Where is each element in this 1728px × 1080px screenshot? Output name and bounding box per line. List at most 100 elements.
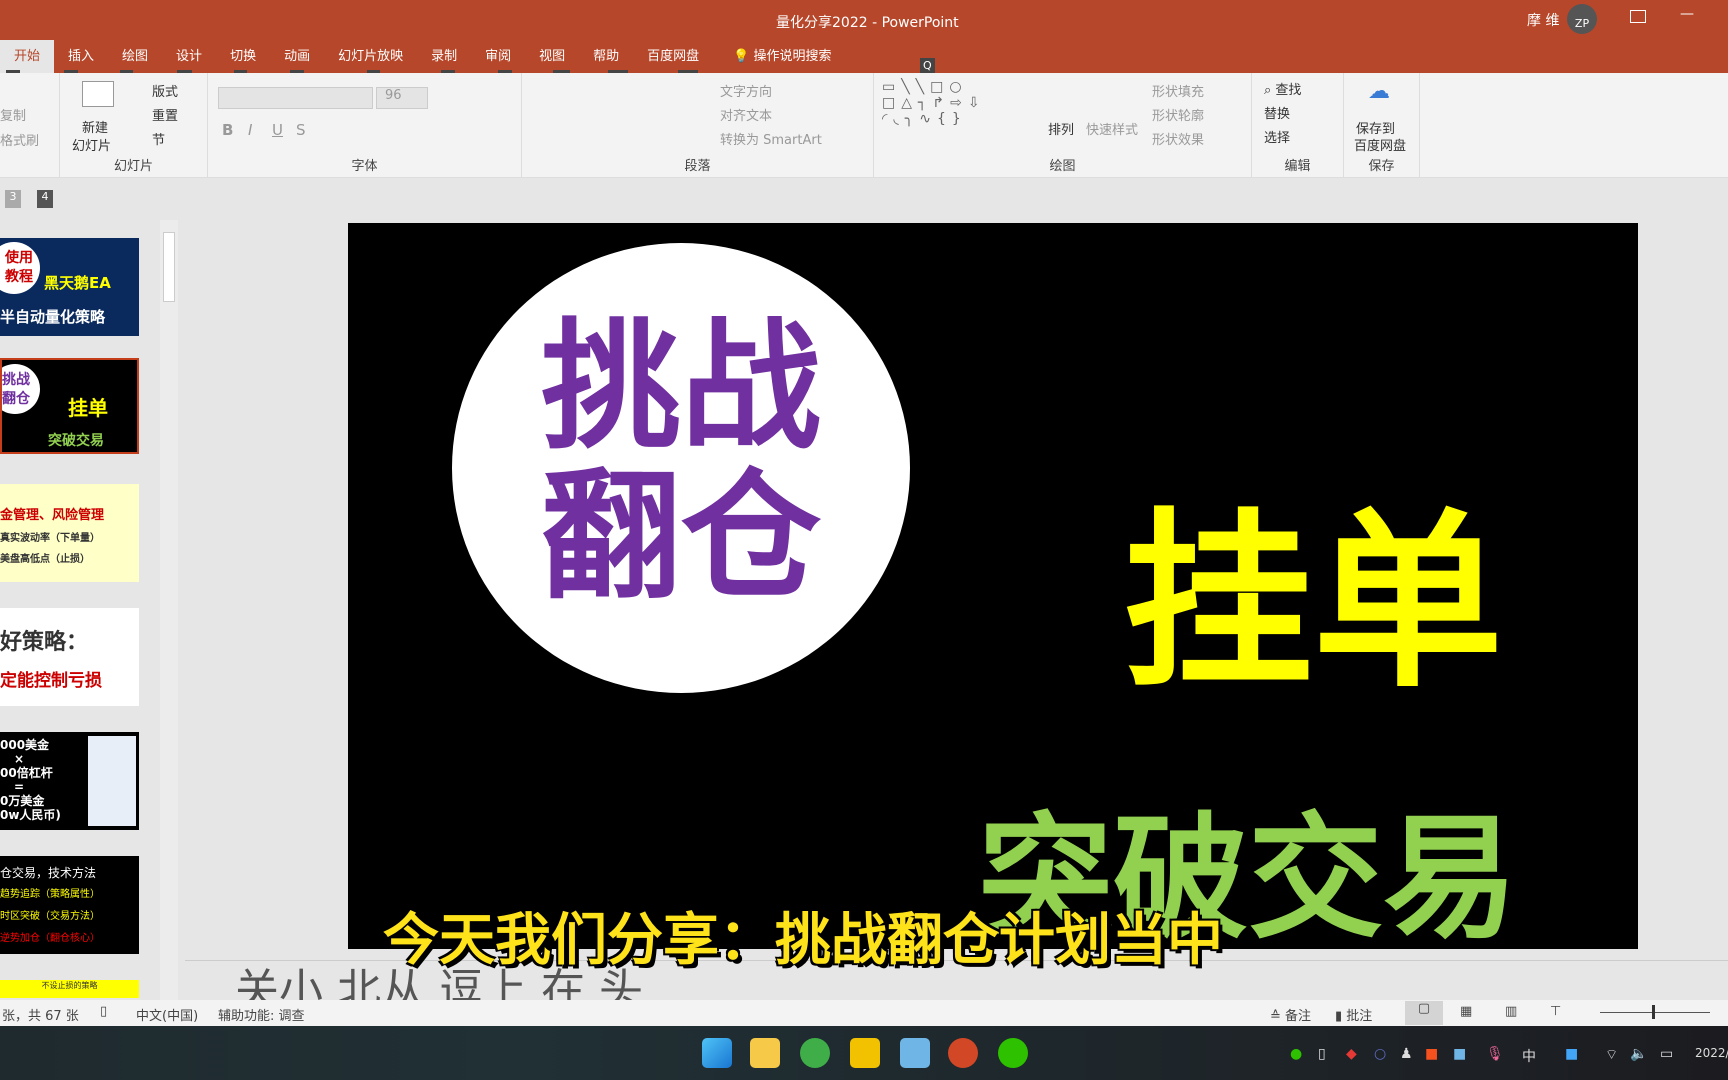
- tab-insert[interactable]: 插入: [54, 40, 108, 73]
- thumb-text: 半自动量化策略: [0, 308, 106, 326]
- ribbon-display-icon[interactable]: [1630, 10, 1646, 23]
- browser-icon[interactable]: [800, 1038, 830, 1068]
- italic-button[interactable]: I: [248, 121, 252, 139]
- shape-effects-button[interactable]: 形状效果: [1152, 129, 1204, 148]
- tab-animations[interactable]: 动画: [270, 40, 324, 73]
- normal-view-icon[interactable]: ▢: [1405, 1001, 1443, 1025]
- reading-view-icon[interactable]: ▥: [1505, 1004, 1517, 1019]
- layout-button[interactable]: 版式: [152, 81, 178, 100]
- find-button[interactable]: ⌕ 查找: [1264, 79, 1301, 98]
- slide-title[interactable]: 挂单: [1123, 448, 1503, 723]
- shape-outline-button[interactable]: 形状轮廓: [1152, 105, 1204, 124]
- usb-tray-icon[interactable]: ▯: [1318, 1046, 1326, 1062]
- slide-thumbnail[interactable]: 使用 教程 黑天鹅EA 半自动量化策略: [0, 238, 139, 336]
- tab-design[interactable]: 设计: [162, 40, 216, 73]
- group-label: 字体: [351, 159, 378, 174]
- keytip: Q: [920, 58, 935, 73]
- accessibility-button[interactable]: 辅助功能: 调查: [218, 1005, 305, 1024]
- text-direction-button[interactable]: 文字方向: [720, 81, 772, 100]
- notes-button[interactable]: ≙ 备注: [1270, 1005, 1311, 1024]
- copy-button[interactable]: 复制: [0, 105, 26, 124]
- slide-thumbnail-selected[interactable]: 挑战 翻仓 挂单 突破交易: [0, 358, 139, 454]
- find-label: 查找: [1275, 83, 1302, 98]
- search-box[interactable]: 💡 操作说明搜索: [713, 40, 845, 73]
- tab-baidu[interactable]: 百度网盘: [633, 40, 713, 73]
- group-label: 绘图: [1049, 159, 1076, 174]
- avatar[interactable]: ZP: [1567, 4, 1597, 34]
- slide-thumbnail-panel: 3 4 使用 教程 黑天鹅EA 半自动量化策略 挑战 翻仓 挂单 突破交易 金管理、…: [0, 178, 178, 1000]
- slide-thumbnail[interactable]: 仓交易，技术方法 趋势追踪（策略属性） 时区突破（交易方法） 逆势加仓（翻仓核心…: [0, 856, 139, 954]
- battery-icon[interactable]: ▭: [1660, 1046, 1673, 1062]
- slide-thumbnail[interactable]: 000美金 × 00倍杠杆 = 0万美金 0w人民币): [0, 732, 139, 830]
- tab-home[interactable]: 开始: [0, 40, 55, 73]
- tab-transitions[interactable]: 切换: [216, 40, 270, 73]
- app-icon[interactable]: [900, 1038, 930, 1068]
- tray-app-icon[interactable]: ■: [1425, 1046, 1438, 1062]
- volume-icon[interactable]: 🔈: [1630, 1046, 1647, 1062]
- kingsoft-app-icon[interactable]: [850, 1038, 880, 1068]
- tray-app-icon[interactable]: ◆: [1346, 1046, 1357, 1062]
- ime-indicator[interactable]: 中: [1522, 1046, 1536, 1066]
- replace-button[interactable]: 替换: [1264, 103, 1290, 122]
- new-slide-button[interactable]: 新建: [82, 117, 108, 136]
- tab-record[interactable]: 录制: [417, 40, 471, 73]
- select-button[interactable]: 选择: [1264, 127, 1290, 146]
- comments-button[interactable]: ▮ 批注: [1335, 1005, 1372, 1024]
- section-button[interactable]: 节: [152, 129, 165, 148]
- wifi-icon[interactable]: ⌔: [1605, 1046, 1618, 1064]
- quick-styles-button[interactable]: 快速样式: [1086, 119, 1138, 138]
- wechat-tray-icon[interactable]: ●: [1290, 1046, 1302, 1062]
- tray-app-icon[interactable]: ■: [1565, 1046, 1578, 1062]
- tab-help[interactable]: 帮助: [579, 40, 633, 73]
- title-bar: 量化分享2022 - PowerPoint 摩 维 ZP —: [0, 0, 1728, 40]
- format-painter-button[interactable]: 格式刷: [0, 130, 39, 149]
- group-clipboard: 复制 格式刷: [0, 73, 60, 178]
- font-size-input[interactable]: 96: [376, 87, 428, 109]
- ribbon: 复制 格式刷 新建 幻灯片 版式 重置 节 幻灯片 96 B I U S 字体 …: [0, 73, 1728, 178]
- new-slide-button-label[interactable]: 幻灯片: [72, 135, 111, 154]
- thumb-text: 金管理、风险管理: [0, 508, 105, 523]
- slide-sorter-icon[interactable]: ▦: [1460, 1004, 1472, 1019]
- slide-thumbnail[interactable]: 不设止损的策略: [0, 980, 139, 998]
- tab-draw[interactable]: 绘图: [108, 40, 162, 73]
- circle-text-line2: 翻仓: [540, 456, 821, 619]
- tab-view[interactable]: 视图: [525, 40, 579, 73]
- microphone-icon[interactable]: 🎙: [1486, 1046, 1504, 1062]
- tray-app-icon[interactable]: ■: [1453, 1046, 1466, 1062]
- slideshow-icon[interactable]: ⊤: [1550, 1004, 1561, 1019]
- shadow-button[interactable]: S: [296, 121, 306, 139]
- tab-review[interactable]: 审阅: [471, 40, 525, 73]
- zoom-slider-thumb[interactable]: [1652, 1005, 1655, 1019]
- wechat-icon[interactable]: [998, 1038, 1028, 1068]
- bold-button[interactable]: B: [222, 121, 233, 139]
- group-label: 编辑: [1284, 159, 1311, 174]
- slide-canvas[interactable]: 挑战 翻仓 挂单 突破交易: [348, 223, 1638, 949]
- thumb-text: 逆势加仓（翻仓核心）: [0, 933, 100, 944]
- windows-start-icon[interactable]: [702, 1038, 732, 1068]
- language-indicator[interactable]: 中文(中国): [136, 1005, 198, 1024]
- slide-thumbnail[interactable]: 好策略： 定能控制亏损: [0, 608, 139, 706]
- minimize-button[interactable]: —: [1680, 6, 1694, 22]
- shapes-gallery[interactable]: ▭╲╲□○ □△┐↱⇨⇩ ◜◟╮∿{}: [882, 79, 1022, 145]
- group-font: 96 B I U S 字体: [208, 73, 522, 178]
- arrange-button[interactable]: 排列: [1048, 119, 1074, 138]
- qq-tray-icon[interactable]: ♟: [1400, 1046, 1413, 1062]
- tab-slideshow[interactable]: 幻灯片放映: [324, 40, 417, 73]
- reset-button[interactable]: 重置: [152, 105, 178, 124]
- status-bar: 张，共 67 张 ▯ 中文(中国) 辅助功能: 调查 ≙ 备注 ▮ 批注 ▢ ▦…: [0, 1000, 1728, 1026]
- font-name-input[interactable]: [218, 87, 373, 109]
- thumbnail-scrollbar[interactable]: [160, 220, 178, 1000]
- underline-button[interactable]: U: [272, 121, 283, 139]
- align-text-button[interactable]: 对齐文本: [720, 105, 772, 124]
- powerpoint-icon[interactable]: [948, 1038, 978, 1068]
- scrollbar-thumb[interactable]: [163, 232, 175, 302]
- smartart-button[interactable]: 转换为 SmartArt: [720, 129, 822, 148]
- user-name[interactable]: 摩 维: [1527, 10, 1559, 30]
- zoom-slider[interactable]: [1600, 1012, 1710, 1013]
- tray-app-icon[interactable]: ○: [1374, 1046, 1386, 1062]
- file-explorer-icon[interactable]: [750, 1038, 780, 1068]
- clock[interactable]: 2022/: [1695, 1046, 1728, 1060]
- shape-fill-button[interactable]: 形状填充: [1152, 81, 1204, 100]
- slide-thumbnail[interactable]: 金管理、风险管理 真实波动率（下单量） 美盘高低点（止损）: [0, 484, 139, 582]
- spellcheck-icon[interactable]: ▯: [100, 1004, 107, 1019]
